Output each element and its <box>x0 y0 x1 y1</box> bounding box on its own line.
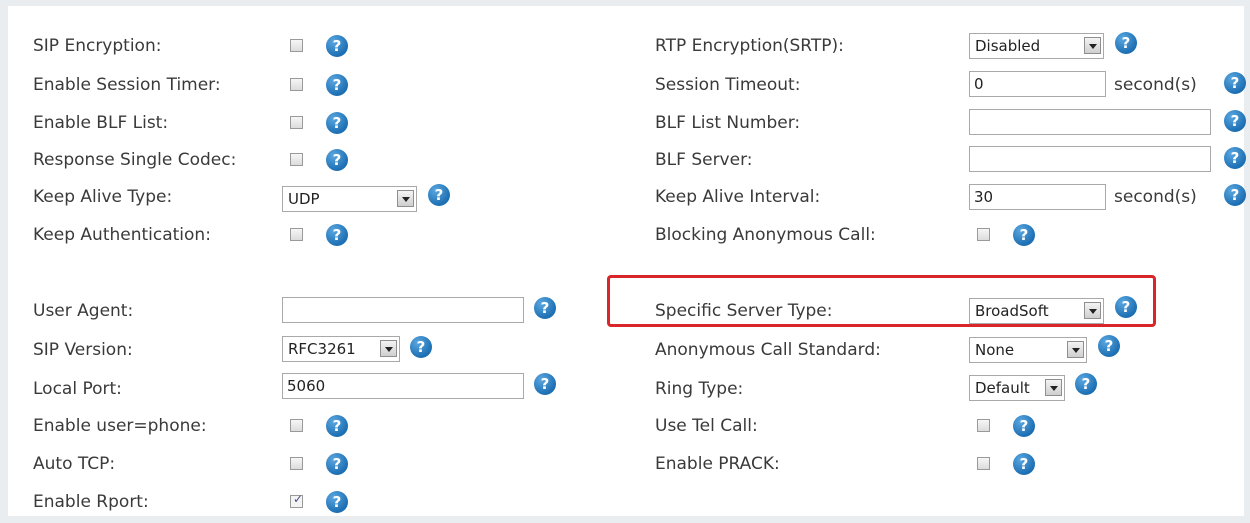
label-enable-prack: Enable PRACK: <box>655 454 780 474</box>
help-icon[interactable]: ? <box>428 184 450 206</box>
blf-server-input[interactable] <box>969 146 1211 172</box>
help-icon[interactable]: ? <box>1013 224 1035 246</box>
anonymous-call-standard-value: None <box>975 341 1015 359</box>
help-icon[interactable]: ? <box>1224 184 1246 206</box>
checkbox-enable-user-phone[interactable] <box>290 419 303 432</box>
label-keep-alive-type: Keep Alive Type: <box>33 187 173 207</box>
ring-type-select[interactable]: Default <box>969 375 1065 401</box>
chevron-down-icon[interactable] <box>1084 37 1101 54</box>
chevron-down-icon[interactable] <box>1045 379 1062 396</box>
checkbox-enable-rport[interactable]: ✓ <box>290 492 304 508</box>
keep-alive-interval-input[interactable] <box>969 184 1106 210</box>
label-anonymous-call-standard: Anonymous Call Standard: <box>655 340 881 360</box>
label-session-timeout: Session Timeout: <box>655 75 801 95</box>
label-blf-server: BLF Server: <box>655 150 753 170</box>
anonymous-call-standard-select[interactable]: None <box>969 337 1087 363</box>
help-icon[interactable]: ? <box>1224 72 1246 94</box>
chevron-down-icon[interactable] <box>380 340 397 357</box>
help-icon[interactable]: ? <box>1224 110 1246 132</box>
checkbox-enable-prack[interactable] <box>977 457 990 470</box>
sip-version-value: RFC3261 <box>288 340 356 358</box>
label-enable-rport: Enable Rport: <box>33 492 149 512</box>
label-enable-user-phone: Enable user=phone: <box>33 416 207 436</box>
checkbox-response-single-codec[interactable] <box>290 153 303 166</box>
label-enable-session-timer: Enable Session Timer: <box>33 75 221 95</box>
label-auto-tcp: Auto TCP: <box>33 454 116 474</box>
label-blocking-anonymous-call: Blocking Anonymous Call: <box>655 225 876 245</box>
label-keep-alive-interval: Keep Alive Interval: <box>655 187 821 207</box>
chevron-down-icon[interactable] <box>1067 341 1084 358</box>
help-icon[interactable]: ? <box>1115 32 1137 54</box>
label-sip-encryption: SIP Encryption: <box>33 36 162 56</box>
help-icon[interactable]: ? <box>1115 296 1137 318</box>
checkbox-keep-authentication[interactable] <box>290 228 303 241</box>
label-use-tel-call: Use Tel Call: <box>655 416 758 436</box>
label-blf-list-number: BLF List Number: <box>655 113 801 133</box>
chevron-down-icon[interactable] <box>397 190 414 207</box>
specific-server-type-value: BroadSoft <box>975 302 1049 320</box>
chevron-down-icon[interactable] <box>1084 302 1101 319</box>
checkbox-sip-encryption[interactable] <box>290 39 303 52</box>
local-port-input[interactable] <box>282 373 524 399</box>
help-icon[interactable]: ? <box>534 297 556 319</box>
help-icon[interactable]: ? <box>1013 453 1035 475</box>
session-timeout-input[interactable] <box>969 71 1106 97</box>
rtp-encryption-select[interactable]: Disabled <box>969 33 1104 59</box>
checkbox-enable-blf-list[interactable] <box>290 116 303 129</box>
label-keep-authentication: Keep Authentication: <box>33 225 211 245</box>
checkmark-icon: ✓ <box>293 492 304 506</box>
keep-alive-type-value: UDP <box>288 190 320 208</box>
help-icon[interactable]: ? <box>326 415 348 437</box>
checkbox-blocking-anonymous-call[interactable] <box>977 228 990 241</box>
help-icon[interactable]: ? <box>410 336 432 358</box>
help-icon[interactable]: ? <box>326 35 348 57</box>
checkbox-use-tel-call[interactable] <box>977 419 990 432</box>
unit-seconds: second(s) <box>1114 187 1197 207</box>
help-icon[interactable]: ? <box>534 373 556 395</box>
help-icon[interactable]: ? <box>1098 335 1120 357</box>
help-icon[interactable]: ? <box>1224 147 1246 169</box>
label-local-port: Local Port: <box>33 379 122 399</box>
label-rtp-encryption: RTP Encryption(SRTP): <box>655 36 844 56</box>
ring-type-value: Default <box>975 379 1030 397</box>
help-icon[interactable]: ? <box>326 112 348 134</box>
checkbox-enable-session-timer[interactable] <box>290 78 303 91</box>
help-icon[interactable]: ? <box>326 74 348 96</box>
keep-alive-type-select[interactable]: UDP <box>282 186 417 212</box>
label-response-single-codec: Response Single Codec: <box>33 150 237 170</box>
rtp-encryption-value: Disabled <box>975 37 1041 55</box>
checkbox-auto-tcp[interactable] <box>290 457 303 470</box>
sip-version-select[interactable]: RFC3261 <box>282 336 400 362</box>
help-icon[interactable]: ? <box>326 224 348 246</box>
label-ring-type: Ring Type: <box>655 379 744 399</box>
unit-seconds: second(s) <box>1114 75 1197 95</box>
blf-list-number-input[interactable] <box>969 109 1211 135</box>
specific-server-type-select[interactable]: BroadSoft <box>969 298 1104 324</box>
label-specific-server-type: Specific Server Type: <box>655 301 833 321</box>
help-icon[interactable]: ? <box>326 453 348 475</box>
label-enable-blf-list: Enable BLF List: <box>33 113 169 133</box>
user-agent-input[interactable] <box>282 297 524 323</box>
help-icon[interactable]: ? <box>326 491 348 513</box>
help-icon[interactable]: ? <box>1013 415 1035 437</box>
help-icon[interactable]: ? <box>1075 373 1097 395</box>
label-sip-version: SIP Version: <box>33 340 133 360</box>
label-user-agent: User Agent: <box>33 301 134 321</box>
help-icon[interactable]: ? <box>326 149 348 171</box>
